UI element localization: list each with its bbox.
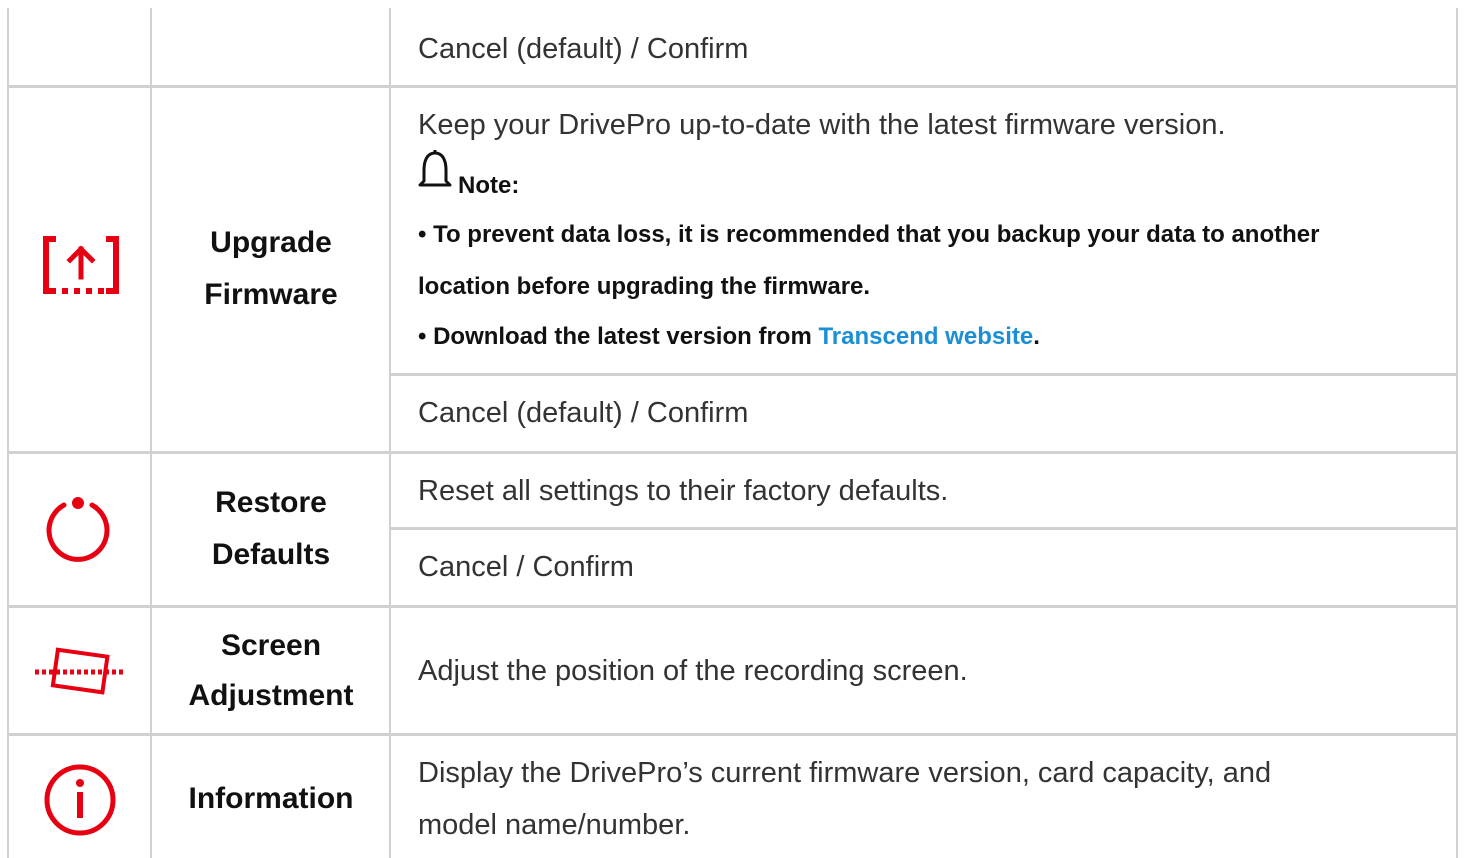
table-border-col1	[150, 8, 152, 858]
option-name: Upgrade	[210, 226, 332, 259]
transcend-website-link[interactable]: Transcend website	[818, 323, 1033, 350]
row-divider	[7, 451, 1458, 454]
note-text-prefix: • Download the latest version from	[418, 323, 819, 350]
note-text: location before upgrading the firmware.	[418, 273, 871, 300]
option-name: Restore	[215, 486, 327, 519]
table-border-right	[1456, 8, 1458, 858]
option-values: Cancel (default) / Confirm	[418, 33, 749, 65]
subrow-divider	[389, 373, 1458, 376]
note-text: • To prevent data loss, it is recommende…	[418, 221, 1320, 248]
screen-adjustment-icon	[35, 647, 125, 695]
table-border-left	[7, 8, 9, 858]
information-icon	[44, 764, 116, 836]
option-description: Keep your DrivePro up-to-date with the l…	[418, 109, 1226, 141]
row-divider	[7, 733, 1458, 736]
option-values: Cancel / Confirm	[418, 551, 634, 583]
row-divider	[7, 605, 1458, 608]
option-description: Adjust the position of the recording scr…	[418, 655, 968, 687]
table-border-col2	[389, 8, 391, 858]
option-description: Display the DrivePro’s current firmware …	[418, 757, 1272, 789]
note-text: • Download the latest version from Trans…	[418, 323, 1040, 351]
note-label: Note:	[458, 172, 520, 199]
subrow-divider	[389, 527, 1458, 530]
note-text-suffix: .	[1033, 323, 1040, 350]
row-divider	[7, 85, 1458, 88]
upgrade-firmware-icon	[43, 236, 119, 294]
option-name: Defaults	[211, 538, 331, 571]
option-description: Reset all settings to their factory defa…	[418, 475, 949, 507]
option-name: Firmware	[204, 278, 338, 311]
bell-icon	[418, 150, 452, 187]
option-values: Cancel (default) / Confirm	[418, 397, 749, 429]
option-name: Screen	[220, 629, 322, 662]
option-description: model name/number.	[418, 809, 691, 841]
restore-defaults-icon	[46, 497, 110, 562]
option-name: Adjustment	[188, 679, 354, 712]
option-name: Information	[188, 782, 354, 815]
